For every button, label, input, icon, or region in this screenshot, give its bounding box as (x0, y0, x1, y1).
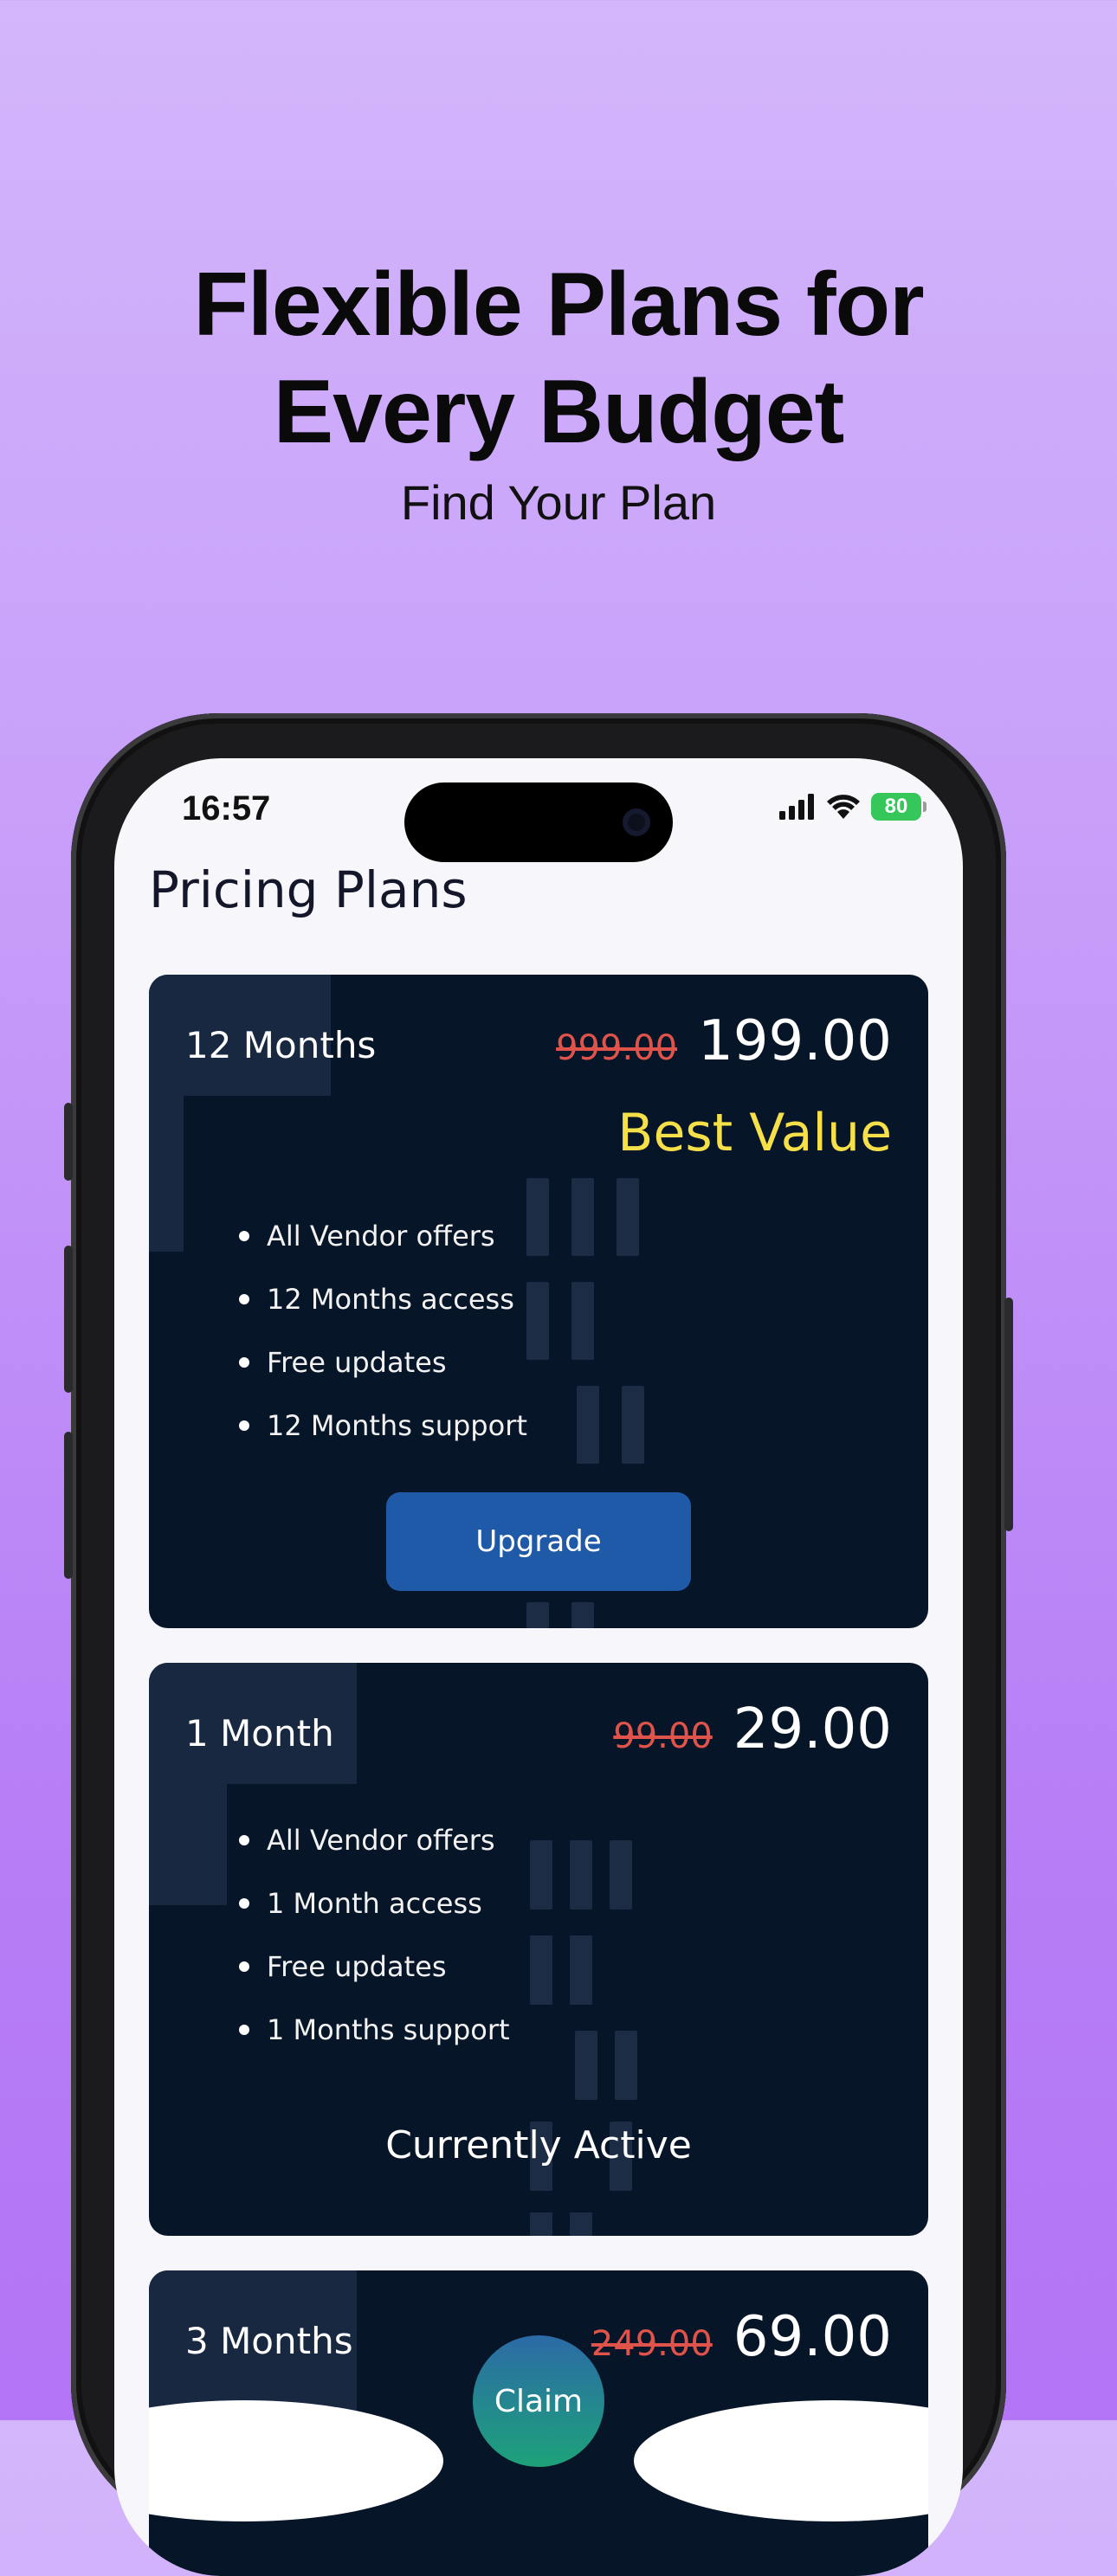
bullet-icon (239, 1420, 249, 1431)
claim-button[interactable]: Claim (473, 2335, 604, 2467)
headline-line-2: Every Budget (273, 362, 844, 462)
card-decoration (615, 2031, 637, 2100)
feature-item: 12 Months support (239, 1394, 527, 1457)
card-decoration (530, 1840, 552, 1909)
status-time: 16:57 (182, 789, 271, 828)
card-decoration (149, 1784, 227, 1905)
plan-prices: 249.00 69.00 (591, 2305, 892, 2369)
signal-icon (779, 794, 814, 820)
card-decoration (617, 1178, 639, 1256)
card-decoration (526, 1282, 549, 1360)
plan-name: 3 Months (185, 2320, 353, 2362)
feature-text: Free updates (267, 1949, 447, 1983)
feature-text: 12 Months access (267, 1282, 514, 1316)
price: 69.00 (733, 2305, 892, 2369)
card-decoration (530, 1935, 552, 2005)
subtitle: Find Your Plan (400, 475, 717, 530)
plan-name: 1 Month (185, 1712, 334, 1755)
feature-text: All Vendor offers (267, 1823, 495, 1857)
volume-down-button (64, 1432, 73, 1579)
plan-prices: 999.00 199.00 (556, 1009, 892, 1073)
feature-list: All Vendor offers 12 Months access Free … (239, 1204, 527, 1457)
power-button (1004, 1298, 1013, 1531)
plan-card-3-months: 3 Months 249.00 69.00 Claim (149, 2270, 928, 2576)
feature-text: All Vendor offers (267, 1219, 495, 1253)
feature-item: All Vendor offers (239, 1808, 510, 1871)
bullet-icon (239, 1834, 249, 1845)
bullet-icon (239, 1356, 249, 1368)
bullet-icon (239, 1230, 249, 1241)
card-decoration (571, 1178, 594, 1256)
old-price: 999.00 (556, 1028, 678, 1068)
headline: Flexible Plans for Every Budget (0, 251, 1117, 466)
plan-card-1-month: 1 Month 99.00 29.00 All Vendor offers 1 … (149, 1663, 928, 2236)
bullet-icon (239, 1897, 249, 1909)
card-decoration (571, 1602, 594, 1628)
status-icons: 80 (779, 793, 927, 821)
feature-item: Free updates (239, 1330, 527, 1394)
plan-name: 12 Months (185, 1024, 377, 1066)
feature-text: 1 Month access (267, 1886, 482, 1920)
feature-item: All Vendor offers (239, 1204, 527, 1267)
card-decoration (570, 2212, 592, 2236)
card-decoration (526, 1602, 549, 1628)
app-screen: 16:57 80 Pricing Plans 12 Months 999.00 … (114, 758, 963, 2576)
action-button (64, 1103, 73, 1181)
feature-text: 12 Months support (267, 1408, 527, 1442)
feature-list: All Vendor offers 1 Month access Free up… (239, 1808, 510, 2061)
price: 199.00 (698, 1009, 892, 1073)
page-title: Pricing Plans (149, 860, 468, 919)
currently-active-label: Currently Active (385, 2123, 692, 2167)
camera-icon (623, 808, 650, 836)
volume-up-button (64, 1246, 73, 1393)
card-decoration (610, 1840, 632, 1909)
headline-line-1: Flexible Plans for (193, 254, 924, 355)
best-value-badge: Best Value (617, 1103, 892, 1163)
card-decoration (622, 1386, 644, 1464)
phone-frame: 16:57 80 Pricing Plans 12 Months 999.00 … (64, 713, 1013, 2576)
feature-item: 1 Months support (239, 1998, 510, 2061)
bullet-icon (239, 2024, 249, 2035)
feature-text: Free updates (267, 1345, 447, 1379)
feature-item: 1 Month access (239, 1871, 510, 1935)
card-decoration (575, 2031, 597, 2100)
plan-card-12-months: 12 Months 999.00 199.00 Best Value All V… (149, 975, 928, 1628)
bullet-icon (239, 1293, 249, 1304)
old-price: 99.00 (613, 1716, 713, 1756)
card-decoration (149, 1096, 184, 1252)
card-decoration (570, 1840, 592, 1909)
feature-item: Free updates (239, 1935, 510, 1998)
bullet-icon (239, 1961, 249, 1972)
card-decoration (526, 1178, 549, 1256)
upgrade-button[interactable]: Upgrade (386, 1492, 691, 1591)
card-decoration (571, 1282, 594, 1360)
card-decoration (577, 1386, 599, 1464)
battery-icon: 80 (871, 793, 927, 821)
card-decoration (530, 2212, 552, 2236)
wifi-icon (827, 795, 860, 819)
price: 29.00 (733, 1697, 892, 1761)
old-price: 249.00 (591, 2324, 713, 2364)
feature-text: 1 Months support (267, 2012, 510, 2046)
feature-item: 12 Months access (239, 1267, 527, 1330)
plan-prices: 99.00 29.00 (613, 1697, 892, 1761)
card-decoration (570, 1935, 592, 2005)
tab-bar-shape (149, 2400, 443, 2521)
dynamic-island (404, 782, 673, 862)
tab-bar-shape (634, 2400, 928, 2521)
